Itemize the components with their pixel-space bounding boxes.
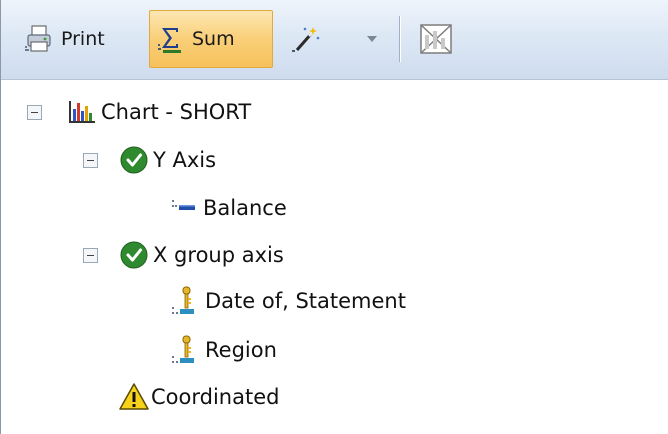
magic-wand-icon [292, 27, 320, 52]
chart-tree: Chart - SHORT Y Axis Balance X group axi… [1, 80, 668, 434]
measure-field-icon [172, 200, 195, 210]
tree-node-y-axis[interactable]: Y Axis [119, 137, 216, 183]
chart-tree-panel: Print Sum Chart - SHORT Y Axis Balance X… [0, 0, 668, 434]
no-chart-button[interactable] [413, 10, 459, 68]
tree-node-label: Chart - SHORT [101, 100, 252, 124]
tree-node-label: Coordinated [151, 385, 280, 409]
key-dimension-icon [172, 335, 194, 363]
collapse-toggle-x-axis[interactable] [83, 248, 98, 263]
magic-dropdown-button[interactable] [357, 10, 387, 68]
tree-node-label: Y Axis [153, 148, 217, 172]
no-chart-icon [420, 24, 452, 54]
sum-label: Sum [192, 28, 235, 50]
dropdown-arrow-icon [367, 36, 377, 42]
warning-icon [119, 383, 149, 410]
tree-node-balance[interactable]: Balance [171, 185, 287, 231]
magic-wand-button[interactable] [285, 10, 355, 68]
bar-chart-icon [69, 101, 95, 123]
collapse-toggle-root[interactable] [27, 105, 42, 120]
tree-node-chart[interactable]: Chart - SHORT [67, 89, 251, 135]
check-circle-icon [120, 146, 148, 174]
sigma-sum-icon [158, 28, 181, 53]
tree-node-coordinated[interactable]: Coordinated [119, 374, 279, 420]
tree-node-region[interactable]: Region [171, 327, 277, 373]
print-label: Print [61, 28, 105, 50]
sum-button[interactable]: Sum [149, 10, 273, 68]
tree-node-label: Date of, Statement [205, 289, 406, 313]
toolbar-separator [399, 16, 400, 62]
check-circle-icon [120, 241, 148, 269]
print-icon [25, 25, 51, 52]
tree-node-x-axis[interactable]: X group axis [119, 232, 284, 278]
toolbar: Print Sum [1, 0, 668, 80]
key-dimension-icon [172, 286, 194, 314]
tree-node-label: Balance [203, 196, 287, 220]
tree-node-label: X group axis [153, 243, 284, 267]
print-button[interactable]: Print [19, 10, 143, 68]
tree-node-label: Region [205, 338, 277, 362]
tree-node-date-of-statement[interactable]: Date of, Statement [171, 278, 406, 324]
collapse-toggle-y-axis[interactable] [83, 153, 98, 168]
